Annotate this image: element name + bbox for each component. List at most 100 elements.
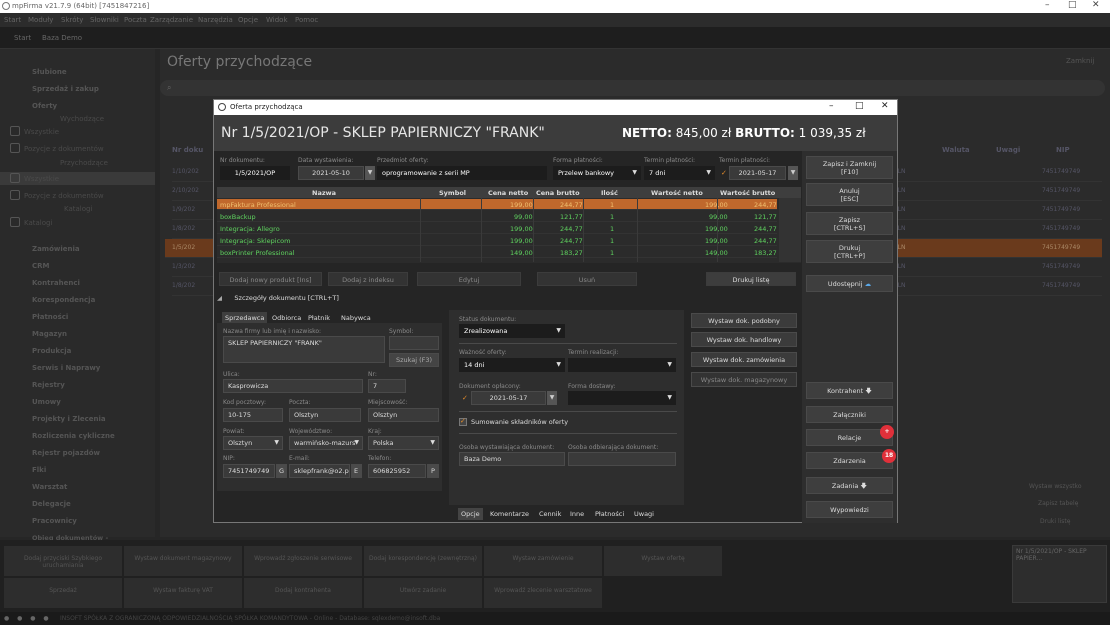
sidebar-item[interactable]: Rejestry — [32, 381, 65, 389]
checkmark-icon[interactable]: ✓ — [721, 169, 727, 177]
tab-cennik[interactable]: Cennik — [536, 508, 564, 520]
quick-button[interactable]: Wprowadź zgłoszenie serwisowe — [244, 546, 362, 576]
issue-commercial-button[interactable]: Wystaw dok. handlowy — [691, 332, 797, 347]
sidebar-sub[interactable]: Wszystkie — [24, 175, 59, 183]
sidebar-item[interactable]: Pracownicy — [32, 517, 77, 525]
print-button[interactable]: Drukuj [CTRL+P] — [806, 240, 893, 263]
calendar-icon[interactable]: ▼ — [365, 166, 375, 180]
column-header[interactable]: Nr doku — [172, 146, 203, 154]
phone-button[interactable]: P — [427, 464, 439, 478]
quick-button[interactable]: Sprzedaż — [4, 578, 122, 608]
edit-button[interactable]: Edytuj — [417, 272, 521, 286]
document-status-select[interactable]: Zrealizowana — [459, 324, 565, 338]
save-close-button[interactable]: Zapisz i Zamknij [F10] — [806, 156, 893, 179]
quick-button[interactable]: Dodaj przyciski Szybkiego uruchamiania — [4, 546, 122, 576]
column-header[interactable]: Ilość — [601, 189, 618, 197]
symbol-field[interactable] — [389, 336, 439, 350]
action-link[interactable]: Wystaw wszystko — [1029, 483, 1082, 490]
calendar-icon[interactable]: ▼ — [547, 391, 557, 405]
column-header[interactable]: Cena netto — [488, 189, 528, 197]
tab-platnosci[interactable]: Płatności — [592, 508, 627, 520]
menu-pomoc[interactable]: Pomoc — [295, 16, 318, 24]
issue-date-field[interactable]: 2021-05-10 — [298, 166, 364, 180]
sidebar-sub[interactable]: Pozycje z dokumentów — [24, 192, 104, 200]
sidebar-item[interactable]: Serwis i Naprawy — [32, 364, 100, 372]
offer-subject-field[interactable]: oprogramowanie z serii MP — [377, 166, 547, 180]
window-thumbnail[interactable]: Nr 1/5/2021/OP - SKLEP PAPIER... — [1012, 545, 1107, 603]
tasks-button[interactable]: Zadania 🡇 — [806, 477, 893, 494]
voivodeship-select[interactable]: warmińsko-mazurs — [289, 436, 363, 450]
issue-order-button[interactable]: Wystaw dok. zamówienia — [691, 352, 797, 367]
sidebar-item[interactable]: Magazyn — [32, 330, 67, 338]
quick-button[interactable]: Wystaw dokument magazynowy — [124, 546, 242, 576]
phone-field[interactable]: 606825952 — [368, 464, 426, 478]
action-link[interactable]: Druki listę — [1040, 518, 1070, 525]
close-icon[interactable]: ✕ — [1092, 0, 1100, 10]
share-button[interactable]: Udostępnij ☁ — [806, 275, 893, 292]
sidebar-item[interactable]: Produkcja — [32, 347, 71, 355]
sidebar-item[interactable]: Płatności — [32, 313, 68, 321]
print-list-button[interactable]: Drukuj listę — [706, 272, 796, 286]
city-field[interactable]: Olsztyn — [368, 408, 439, 422]
sidebar-item[interactable]: Warsztat — [32, 483, 67, 491]
sidebar-item[interactable]: Słubione — [32, 68, 67, 76]
checkmark-icon[interactable]: ✓ — [462, 394, 468, 402]
minimize-icon[interactable]: – — [1045, 0, 1050, 10]
tab-sprzedawca[interactable]: Sprzedawca — [222, 312, 268, 323]
table-row[interactable]: Integracja: Sklepicom199,00244,771199,00… — [217, 235, 777, 246]
events-button[interactable]: Zdarzenia — [806, 452, 893, 469]
close-icon[interactable]: ✕ — [881, 101, 889, 111]
sidebar-item[interactable]: CRM — [32, 262, 50, 270]
cancel-button[interactable]: Anuluj [ESC] — [806, 183, 893, 206]
tab-baza-demo[interactable]: Baza Demo — [42, 34, 82, 42]
quick-button[interactable]: Wystaw zamówienie — [484, 546, 602, 576]
issue-similar-button[interactable]: Wystaw dok. podobny — [691, 313, 797, 328]
quick-button[interactable]: Dodaj kontrahenta — [244, 578, 362, 608]
quick-button[interactable]: Wystaw fakturę VAT — [124, 578, 242, 608]
menu-narzedzia[interactable]: Narzędzia — [198, 16, 233, 24]
sidebar-item[interactable]: Rozliczenia cykliczne — [32, 432, 115, 440]
nip-field[interactable]: 7451749749 — [223, 464, 275, 478]
tab-start[interactable]: Start — [14, 34, 31, 42]
tab-komentarze[interactable]: Komentarze — [487, 508, 532, 520]
doc-number-field[interactable]: 1/5/2021/OP — [220, 166, 290, 180]
menu-moduly[interactable]: Moduły — [28, 16, 53, 24]
column-header[interactable]: Waluta — [942, 146, 970, 154]
realization-term-select[interactable] — [568, 358, 676, 372]
payment-term-select[interactable]: 7 dni — [644, 166, 715, 180]
sidebar-item[interactable]: Projekty i Zlecenia — [32, 415, 106, 423]
tab-uwagi[interactable]: Uwagi — [631, 508, 657, 520]
collapse-icon[interactable]: ◢ — [217, 294, 222, 302]
sidebar-sub[interactable]: Pozycje z dokumentów — [24, 145, 104, 153]
sidebar-item[interactable]: Sprzedaż i zakup — [32, 85, 99, 93]
sidebar-item[interactable]: Rejestr pojazdów — [32, 449, 100, 457]
menu-opcje[interactable]: Opcje — [238, 16, 258, 24]
add-product-button[interactable]: Dodaj nowy produkt [Ins] — [219, 272, 322, 286]
tab-opcje[interactable]: Opcje — [458, 508, 483, 520]
menu-slowniki[interactable]: Słowniki — [90, 16, 119, 24]
menu-poczta[interactable]: Poczta — [124, 16, 147, 24]
paid-date-field[interactable]: 2021-05-17 — [471, 391, 546, 405]
column-header[interactable]: Wartość netto — [651, 189, 703, 197]
action-link[interactable]: Zapisz tabelę — [1038, 500, 1078, 507]
statements-button[interactable]: Wypowiedzi — [806, 501, 893, 518]
column-header[interactable]: Wartość brutto — [720, 189, 775, 197]
sidebar-item[interactable]: Korespondencja — [32, 296, 95, 304]
delete-button[interactable]: Usuń — [537, 272, 637, 286]
close-tab-button[interactable]: Zamknij — [1066, 57, 1094, 65]
company-name-field[interactable]: SKLEP PAPIERNICZY "FRANK" — [223, 336, 385, 363]
sidebar-item[interactable]: Delegacje — [32, 500, 71, 508]
sidebar-item[interactable]: Zamówienia — [32, 245, 80, 253]
menu-widok[interactable]: Widok — [266, 16, 288, 24]
tab-platnik[interactable]: Płatnik — [305, 312, 333, 323]
calendar-icon[interactable]: ▼ — [788, 166, 798, 180]
tab-odbiorca[interactable]: Odbiorca — [269, 312, 304, 323]
table-row[interactable]: mpFaktura Professional199,00244,771199,0… — [217, 199, 777, 210]
column-header[interactable]: Uwagi — [996, 146, 1020, 154]
country-select[interactable]: Polska — [368, 436, 439, 450]
maximize-icon[interactable]: □ — [1068, 0, 1077, 10]
menu-skroty[interactable]: Skróty — [61, 16, 83, 24]
delivery-method-select[interactable] — [568, 391, 676, 405]
column-header[interactable]: Symbol — [439, 189, 466, 197]
grid-scrollbar[interactable] — [779, 198, 801, 262]
